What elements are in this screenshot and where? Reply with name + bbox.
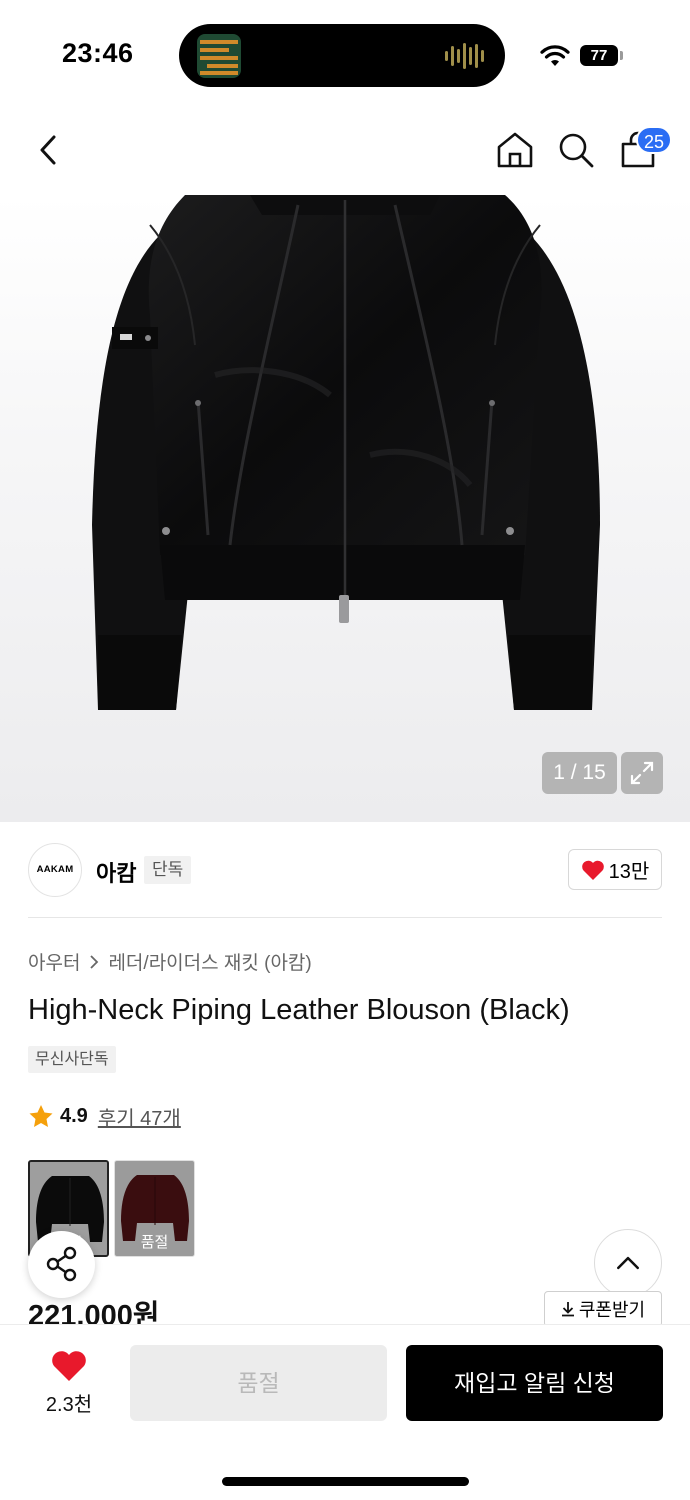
brand-like-count: 13만 [608, 861, 650, 883]
brand-logo[interactable]: AAKAM [28, 843, 82, 897]
dynamic-island [179, 24, 505, 87]
status-bar: 23:46 77 [0, 0, 690, 110]
restock-alert-button[interactable]: 재입고 알림 신청 [406, 1345, 663, 1421]
soldout-button: 품절 [130, 1345, 387, 1421]
battery-nub [620, 51, 623, 60]
star-icon [29, 1105, 53, 1127]
rating-score: 4.9 [60, 1105, 88, 1127]
chevron-right-icon [90, 954, 99, 969]
heart-icon [581, 860, 604, 880]
soldout-label: 품절 [140, 1234, 169, 1251]
variant-thumbnail-burgundy[interactable]: 품절 [114, 1160, 195, 1257]
cart-count-badge: 25 [636, 126, 673, 154]
rating: 4.9 후기 47개 [28, 1102, 181, 1131]
share-icon [46, 1246, 77, 1282]
review-count-link[interactable]: 후기 47개 [98, 1102, 181, 1131]
exclusive-tag: 단독 [144, 856, 192, 884]
wifi-icon [540, 45, 570, 66]
chevron-up-icon [617, 1256, 639, 1270]
wishlist-count: 2.3천 [45, 1394, 93, 1416]
divider [28, 917, 662, 918]
product-title: High-Neck Piping Leather Blouson (Black) [28, 994, 570, 1026]
search-icon[interactable] [556, 130, 596, 170]
back-icon[interactable] [32, 130, 68, 170]
download-icon [561, 1302, 574, 1317]
coupon-button[interactable]: 쿠폰받기 [544, 1291, 662, 1327]
audio-waveform-icon [445, 42, 485, 70]
share-button[interactable] [28, 1231, 95, 1298]
leather-jacket-image [92, 195, 600, 710]
brand-like-button[interactable]: 13만 [568, 849, 662, 890]
breadcrumb-subcategory[interactable]: 레더/라이더스 재킷 (아캄) [108, 948, 311, 975]
now-playing-artwork [197, 34, 241, 78]
status-time: 23:46 [62, 38, 134, 68]
wishlist-heart-icon[interactable] [50, 1349, 88, 1383]
expand-icon[interactable] [621, 752, 663, 794]
coupon-label: 쿠폰받기 [578, 1300, 646, 1320]
scroll-top-button[interactable] [594, 1229, 662, 1297]
image-counter: 1 / 15 [542, 752, 617, 794]
home-icon[interactable] [495, 130, 535, 170]
home-indicator [222, 1477, 469, 1486]
product-image-gallery[interactable] [0, 195, 690, 822]
breadcrumb-category[interactable]: 아우터 [28, 948, 80, 975]
breadcrumb: 아우터 레더/라이더스 재킷 (아캄) [28, 948, 312, 975]
brand-name[interactable]: 아캄 [96, 856, 136, 888]
battery-icon: 77 [580, 45, 618, 66]
musinsa-exclusive-tag: 무신사단독 [28, 1046, 116, 1073]
